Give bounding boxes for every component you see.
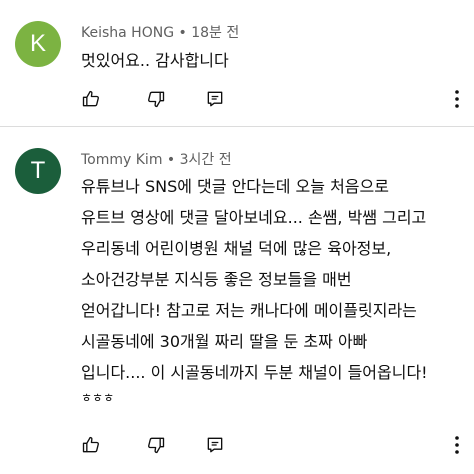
comment-line: 유튜브나 SNS에 댓글 안다는데 오늘 처음으로 [81, 177, 389, 196]
comment-actions [0, 89, 474, 113]
like-button[interactable] [81, 89, 101, 109]
comment-1: K Keisha HONG • 18분 전 멋있어요.. 감사합니다 [0, 0, 474, 126]
comment-line: 시골동네에 30개월 짜리 딸을 둔 초짜 아빠 [81, 332, 368, 351]
comment-meta: Tommy Kim • 3시간 전 [81, 149, 232, 169]
avatar[interactable]: T [15, 148, 61, 194]
comment-line-laugh: ㅎㅎㅎ [81, 391, 115, 405]
reply-button[interactable] [205, 435, 225, 455]
comment-text: 멋있어요.. 감사합니다 [81, 45, 229, 76]
comment-text: 유튜브나 SNS에 댓글 안다는데 오늘 처음으로 유트브 영상에 댓글 달아보… [81, 171, 428, 408]
thumbs-up-icon [82, 90, 99, 107]
author-name[interactable]: Keisha HONG [81, 25, 174, 41]
reply-comment-icon [207, 91, 223, 107]
comment-2: T Tommy Kim • 3시간 전 유튜브나 SNS에 댓글 안다는데 오늘… [0, 127, 474, 474]
avatar-letter: T [30, 157, 46, 184]
author-name[interactable]: Tommy Kim [81, 152, 162, 168]
comment-time[interactable]: 3시간 전 [180, 152, 232, 168]
comment-meta: Keisha HONG • 18분 전 [81, 22, 239, 42]
comment-line: 입니다.... 이 시골동네까지 두분 채널이 들어옵니다! [81, 363, 428, 382]
comment-line: 얻어갑니다! 참고로 저는 캐나다에 메이플릿지라는 [81, 301, 417, 320]
more-vertical-icon [455, 90, 459, 108]
comment-line: 멋있어요.. 감사합니다 [81, 51, 229, 70]
comment-line: 우리동네 어린이병원 채널 덕에 많은 육아정보, [81, 239, 392, 258]
like-button[interactable] [81, 435, 101, 455]
thumbs-up-icon [82, 436, 99, 453]
more-options-button[interactable] [454, 435, 460, 455]
more-vertical-icon [455, 436, 459, 454]
meta-separator: • [178, 25, 187, 41]
comment-line: 소아건강부분 지식등 좋은 정보들을 매번 [81, 270, 352, 289]
avatar[interactable]: K [15, 21, 61, 67]
more-options-button[interactable] [454, 89, 460, 109]
thumbs-down-icon [148, 91, 165, 108]
reply-comment-icon [207, 437, 223, 453]
comment-time[interactable]: 18분 전 [191, 25, 239, 41]
meta-separator: • [166, 152, 176, 168]
reply-button[interactable] [205, 89, 225, 109]
comment-actions [0, 435, 474, 459]
comment-line: 유트브 영상에 댓글 달아보네요... 손쌤, 박쌤 그리고 [81, 208, 427, 227]
dislike-button[interactable] [146, 89, 166, 109]
dislike-button[interactable] [146, 435, 166, 455]
thumbs-down-icon [148, 437, 165, 454]
avatar-letter: K [29, 30, 46, 57]
